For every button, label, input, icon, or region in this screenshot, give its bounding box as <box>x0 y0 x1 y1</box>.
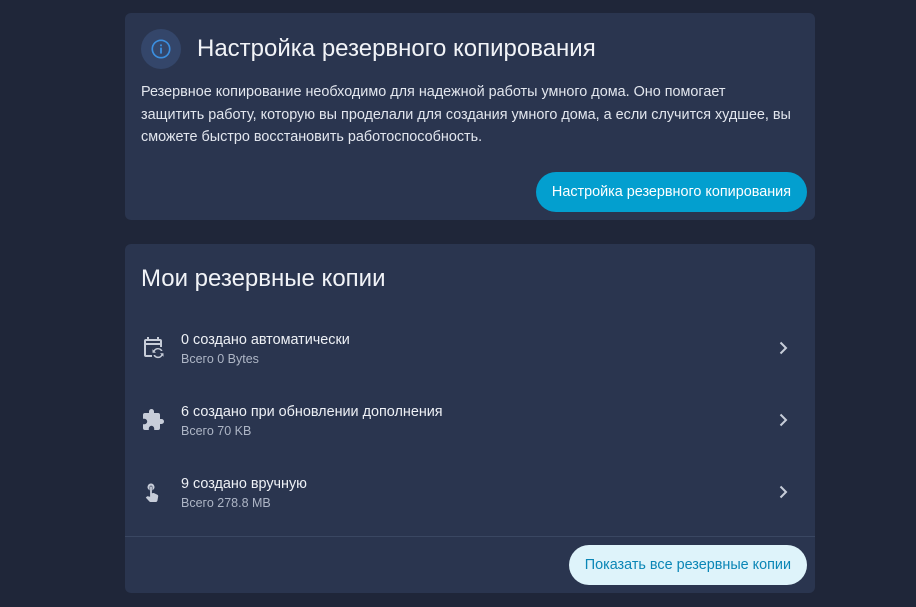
configure-backup-button[interactable]: Настройка резервного копирования <box>535 172 807 212</box>
chevron-right-icon <box>771 336 795 360</box>
backups-title: Мои резервные копии <box>141 265 386 292</box>
backup-item-secondary: Всего 70 KB <box>181 424 252 438</box>
page: Настройка резервного копирования Резервн… <box>0 0 916 607</box>
my-backups-card: Мои резервные копии 0 создано автоматиче… <box>125 244 815 593</box>
backup-item-secondary: Всего 0 Bytes <box>181 352 259 366</box>
chevron-right-icon <box>771 408 795 432</box>
backup-list: 0 создано автоматически Всего 0 Bytes 6 … <box>125 312 815 528</box>
backup-item-secondary: Всего 278.8 MB <box>181 496 271 510</box>
backup-item-automatic[interactable]: 0 создано автоматически Всего 0 Bytes <box>125 312 815 384</box>
setup-header: Настройка резервного копирования <box>141 29 596 69</box>
gesture-tap-icon <box>141 480 165 504</box>
card-divider <box>125 536 815 537</box>
backup-item-primary: 6 создано при обновлении дополнения <box>181 404 443 420</box>
setup-title: Настройка резервного копирования <box>197 35 596 62</box>
info-icon <box>141 29 181 69</box>
backup-item-manual[interactable]: 9 создано вручную Всего 278.8 MB <box>125 456 815 528</box>
setup-description: Резервное копирование необходимо для над… <box>141 84 791 145</box>
show-all-backups-button[interactable]: Показать все резервные копии <box>568 545 807 585</box>
calendar-sync-icon <box>141 336 165 360</box>
backup-item-primary: 0 создано автоматически <box>181 332 350 348</box>
backup-item-primary: 9 создано вручную <box>181 476 307 492</box>
backup-setup-card: Настройка резервного копирования Резервн… <box>125 13 815 220</box>
chevron-right-icon <box>771 480 795 504</box>
backup-item-addon-update[interactable]: 6 создано при обновлении дополнения Всег… <box>125 384 815 456</box>
puzzle-icon <box>141 408 165 432</box>
